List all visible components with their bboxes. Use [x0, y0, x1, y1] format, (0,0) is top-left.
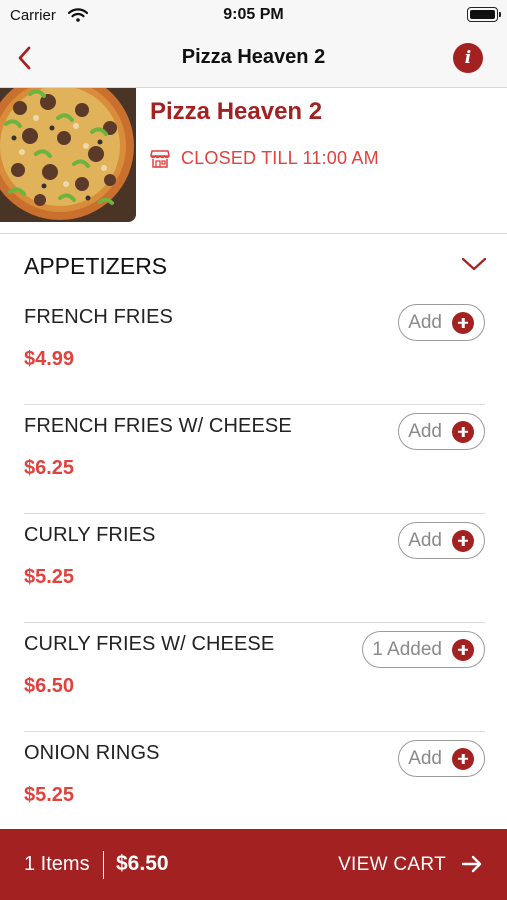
status-time: 9:05 PM	[223, 6, 284, 23]
view-cart-label: VIEW CART	[338, 854, 446, 875]
add-button-label: Add	[408, 529, 442, 551]
item-name: FRENCH FRIES W/ CHEESE	[24, 415, 292, 437]
add-button-label: Add	[408, 420, 442, 442]
menu-item-curly-fries: CURLY FRIES $5.25 Add	[0, 514, 507, 623]
restaurant-name: Pizza Heaven 2	[150, 98, 323, 125]
add-button-label: Add	[408, 311, 442, 333]
added-button[interactable]: 1 Added	[362, 631, 485, 668]
item-name: CURLY FRIES	[24, 524, 156, 546]
add-button[interactable]: Add	[398, 522, 485, 559]
section-title: APPETIZERS	[24, 253, 168, 279]
closed-status-text: CLOSED TILL 11:00 AM	[181, 148, 379, 168]
plus-circle-icon	[452, 311, 474, 334]
item-name: FRENCH FRIES	[24, 306, 173, 328]
store-icon	[150, 149, 170, 168]
add-button[interactable]: Add	[398, 304, 485, 341]
cart-separator	[103, 851, 104, 879]
nav-bar: Pizza Heaven 2 i	[0, 30, 507, 88]
item-price: $5.25	[24, 784, 75, 806]
cart-total: $6.50	[116, 852, 169, 875]
menu-item-curly-fries-cheese: CURLY FRIES W/ CHEESE $6.50 1 Added	[0, 623, 507, 732]
restaurant-header: Pizza Heaven 2 CLOSED TILL 11:00 AM	[0, 88, 507, 234]
item-name: CURLY FRIES W/ CHEESE	[24, 633, 275, 655]
plus-circle-icon	[452, 747, 474, 770]
page-title: Pizza Heaven 2	[181, 46, 326, 68]
restaurant-status: CLOSED TILL 11:00 AM	[150, 148, 379, 169]
menu-list: FRENCH FRIES $4.99 Add FRENCH FRIES W/ C…	[0, 296, 507, 841]
item-price: $6.25	[24, 457, 75, 479]
status-bar: Carrier 9:05 PM	[0, 0, 507, 30]
add-button[interactable]: Add	[398, 740, 485, 777]
plus-circle-icon	[452, 420, 474, 443]
add-button-label: Add	[408, 747, 442, 769]
arrow-right-icon	[461, 855, 482, 873]
menu-item-french-fries: FRENCH FRIES $4.99 Add	[0, 296, 507, 405]
item-price: $5.25	[24, 566, 75, 588]
item-price: $6.50	[24, 675, 75, 697]
menu-item-french-fries-cheese: FRENCH FRIES W/ CHEESE $6.25 Add	[0, 405, 507, 514]
item-name: ONION RINGS	[24, 742, 160, 764]
item-price: $4.99	[24, 348, 75, 370]
chevron-down-icon	[461, 257, 487, 271]
menu-item-onion-rings: ONION RINGS $5.25 Add	[0, 732, 507, 841]
add-button-label: 1 Added	[372, 638, 442, 660]
cart-item-count: 1 Items	[24, 853, 90, 875]
info-button[interactable]: i	[453, 43, 483, 73]
add-button[interactable]: Add	[398, 413, 485, 450]
restaurant-image	[0, 88, 136, 222]
battery-icon	[467, 7, 501, 22]
section-header-appetizers[interactable]: APPETIZERS	[0, 234, 507, 296]
plus-circle-icon	[452, 638, 474, 661]
view-cart-bar[interactable]: 1 Items $6.50 VIEW CART	[0, 829, 507, 900]
plus-circle-icon	[452, 529, 474, 552]
info-icon: i	[464, 48, 472, 68]
